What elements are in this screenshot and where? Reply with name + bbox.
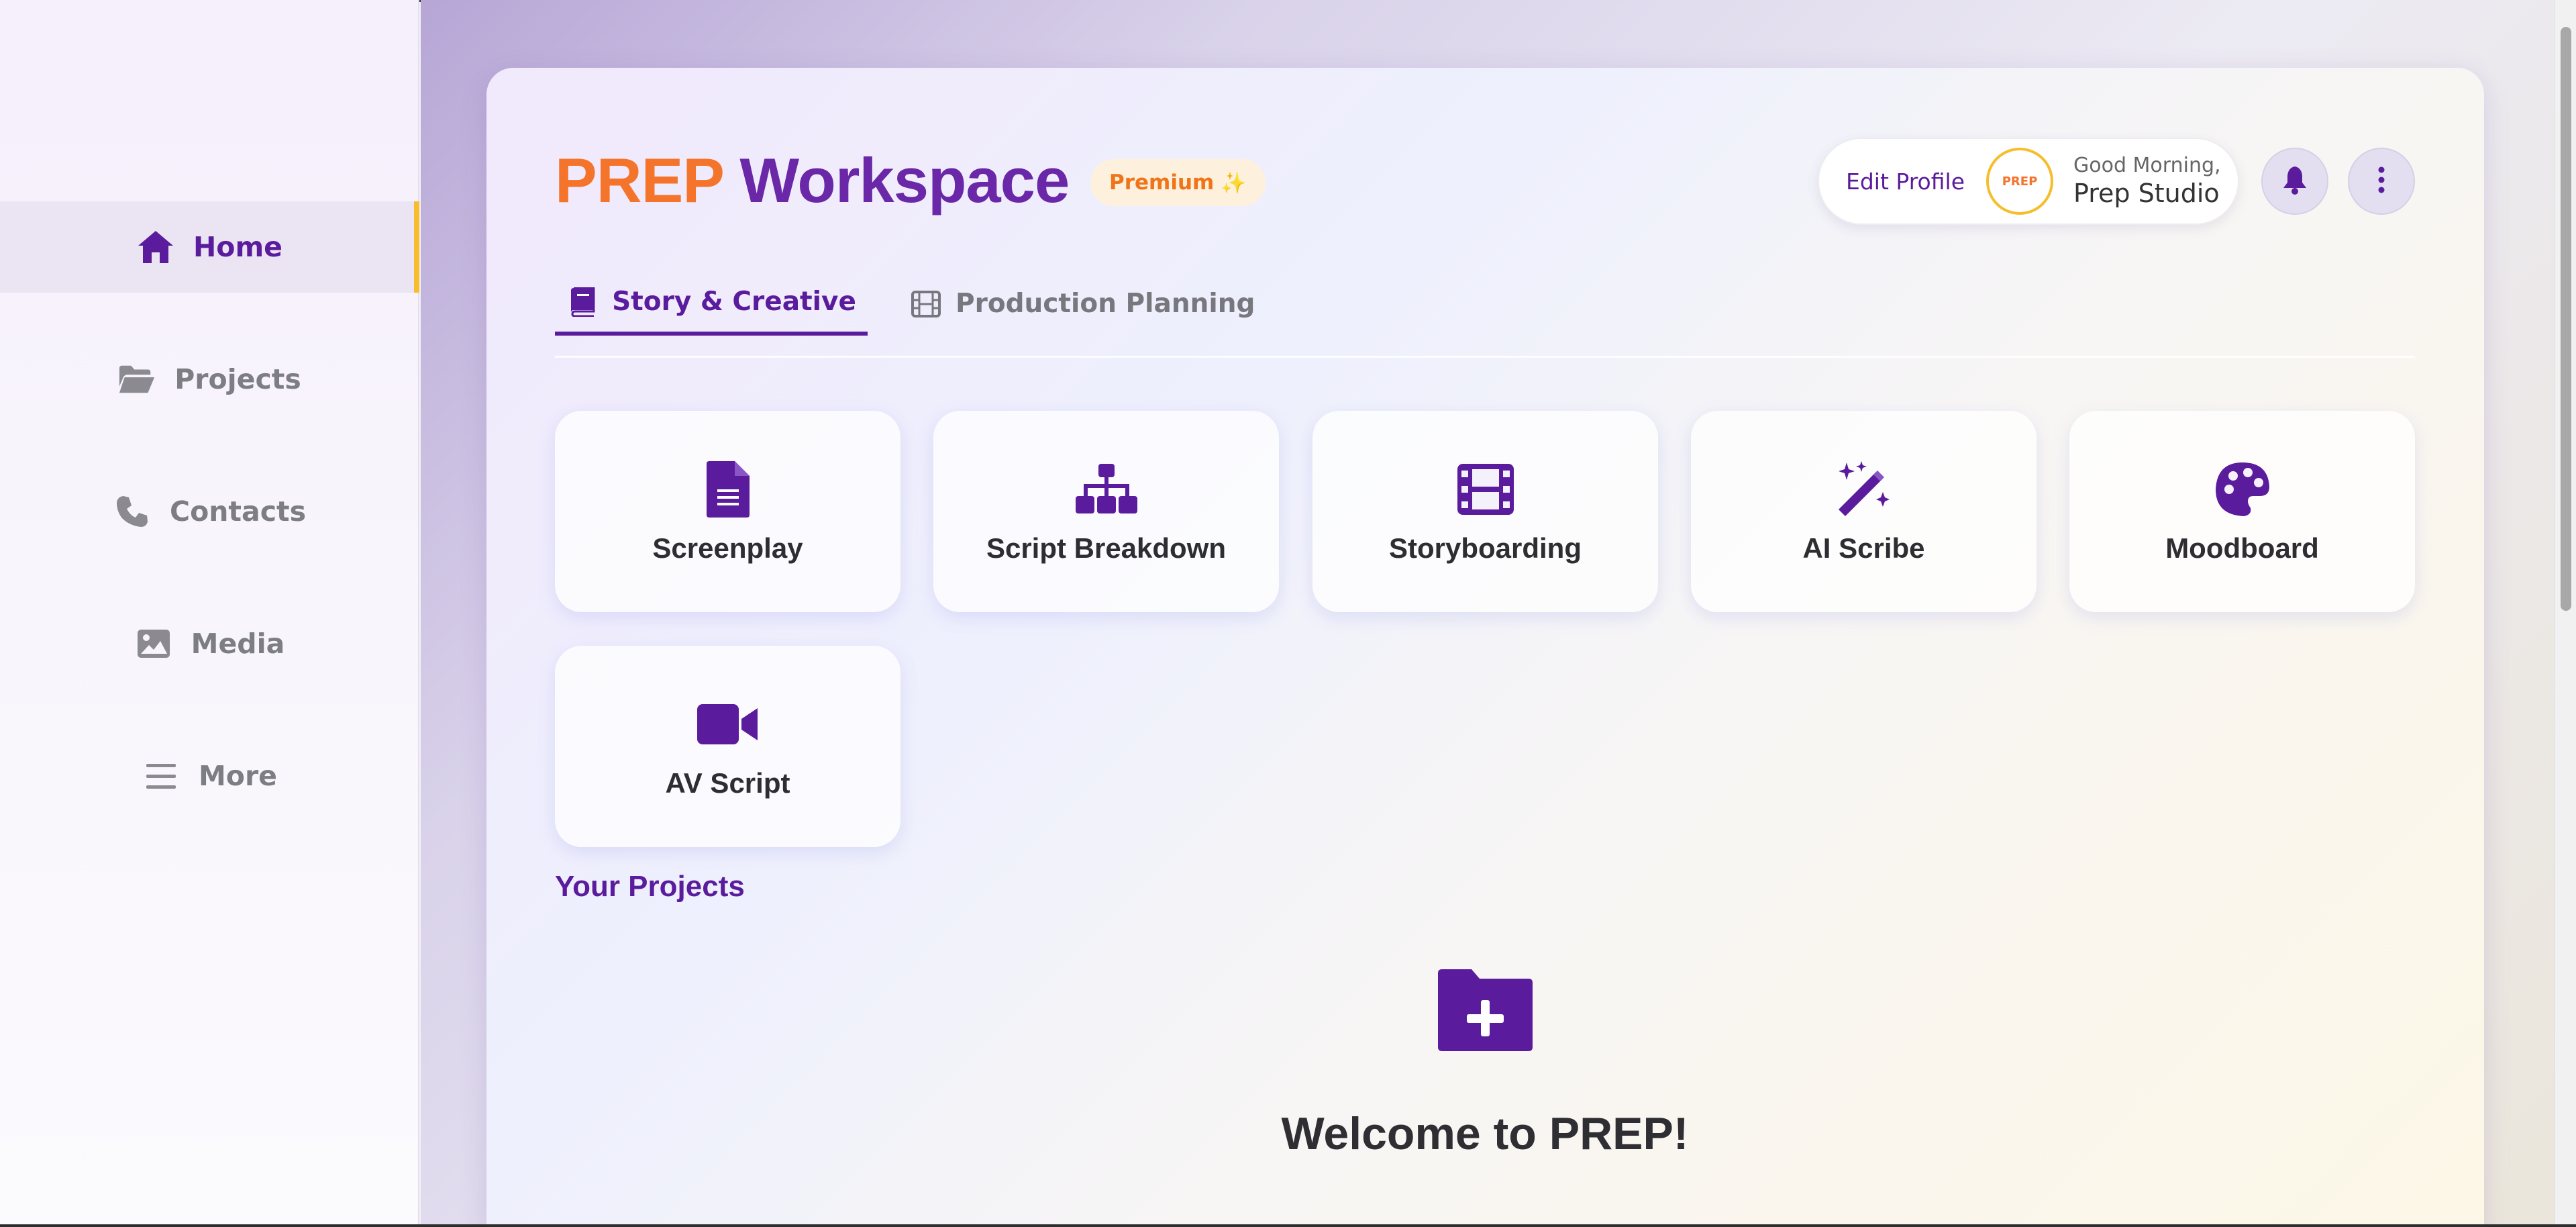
film-icon <box>910 288 942 320</box>
sparkle-icon: ✨ <box>1221 170 1247 195</box>
tool-label: Script Breakdown <box>986 532 1227 564</box>
bell-icon <box>2281 165 2308 197</box>
sidebar-item-home[interactable]: Home <box>0 201 419 293</box>
sidebar-item-contacts[interactable]: Contacts <box>0 466 419 557</box>
welcome-heading: Welcome to PREP! <box>1281 1108 1689 1159</box>
book-icon <box>566 286 599 318</box>
tool-storyboarding[interactable]: Storyboarding <box>1312 411 1658 612</box>
phone-icon <box>113 493 151 530</box>
user-name: Prep Studio <box>2073 179 2220 208</box>
edit-profile-link[interactable]: Edit Profile <box>1846 168 1965 195</box>
sidebar-item-projects[interactable]: Projects <box>0 334 419 425</box>
sidebar-item-more[interactable]: More <box>0 730 419 822</box>
scrollbar-thumb[interactable] <box>2561 27 2571 611</box>
tool-ai-scribe[interactable]: AI Scribe <box>1691 411 2037 612</box>
tab-label: Story & Creative <box>612 287 856 317</box>
more-options-button[interactable] <box>2348 148 2415 215</box>
tool-label: AV Script <box>665 767 790 799</box>
sidebar: Home Projects Contacts Media More <box>0 0 419 1227</box>
menu-icon <box>142 757 180 795</box>
avatar[interactable]: PREP <box>1986 148 2054 215</box>
window-bottom-border <box>0 1224 2576 1227</box>
title-workspace: Workspace <box>739 145 1070 215</box>
magic-wand-icon <box>1833 458 1895 520</box>
tool-label: Screenplay <box>652 532 803 564</box>
premium-label: Premium <box>1109 170 1215 195</box>
palette-icon <box>2212 458 2273 520</box>
home-icon <box>137 228 174 266</box>
tab-production-planning[interactable]: Production Planning <box>910 272 1255 336</box>
tabs-divider <box>555 356 2415 358</box>
tool-label: Storyboarding <box>1388 532 1582 564</box>
image-icon <box>135 625 172 662</box>
sidebar-item-label: Media <box>191 628 285 660</box>
sidebar-item-label: More <box>199 760 277 792</box>
profile-pill[interactable]: Edit Profile PREP Good Morning, Prep Stu… <box>1818 138 2239 225</box>
tool-moodboard[interactable]: Moodboard <box>2069 411 2415 612</box>
greeting-text: Good Morning, <box>2073 153 2221 177</box>
scrollbar[interactable] <box>2555 0 2576 1227</box>
tool-script-breakdown[interactable]: Script Breakdown <box>933 411 1279 612</box>
film-icon <box>1455 458 1516 520</box>
sidebar-item-label: Contacts <box>169 495 307 528</box>
brand-name: PREP <box>555 145 723 215</box>
sidebar-item-media[interactable]: Media <box>0 598 419 689</box>
tab-label: Production Planning <box>956 289 1255 319</box>
tool-label: AI Scribe <box>1802 532 1925 564</box>
greeting: Good Morning, Prep Studio <box>2073 153 2221 210</box>
avatar-logo: PREP <box>2002 174 2038 189</box>
tool-screenplay[interactable]: Screenplay <box>555 411 900 612</box>
folder-open-icon <box>118 360 156 398</box>
folder-plus-icon <box>1437 967 1534 1054</box>
page-title: PREP Workspace <box>555 144 1070 217</box>
sidebar-item-label: Home <box>193 231 282 263</box>
premium-badge: Premium ✨ <box>1090 159 1266 206</box>
tool-av-script[interactable]: AV Script <box>555 646 900 847</box>
notifications-button[interactable] <box>2261 148 2328 215</box>
tool-label: Moodboard <box>2165 532 2319 564</box>
your-projects-heading: Your Projects <box>555 870 745 903</box>
sitemap-icon <box>1075 458 1137 520</box>
document-icon <box>697 458 759 520</box>
sidebar-item-label: Projects <box>174 363 301 395</box>
tab-story-creative[interactable]: Story & Creative <box>555 272 868 336</box>
more-vertical-icon <box>2377 166 2385 196</box>
video-camera-icon <box>697 693 759 755</box>
